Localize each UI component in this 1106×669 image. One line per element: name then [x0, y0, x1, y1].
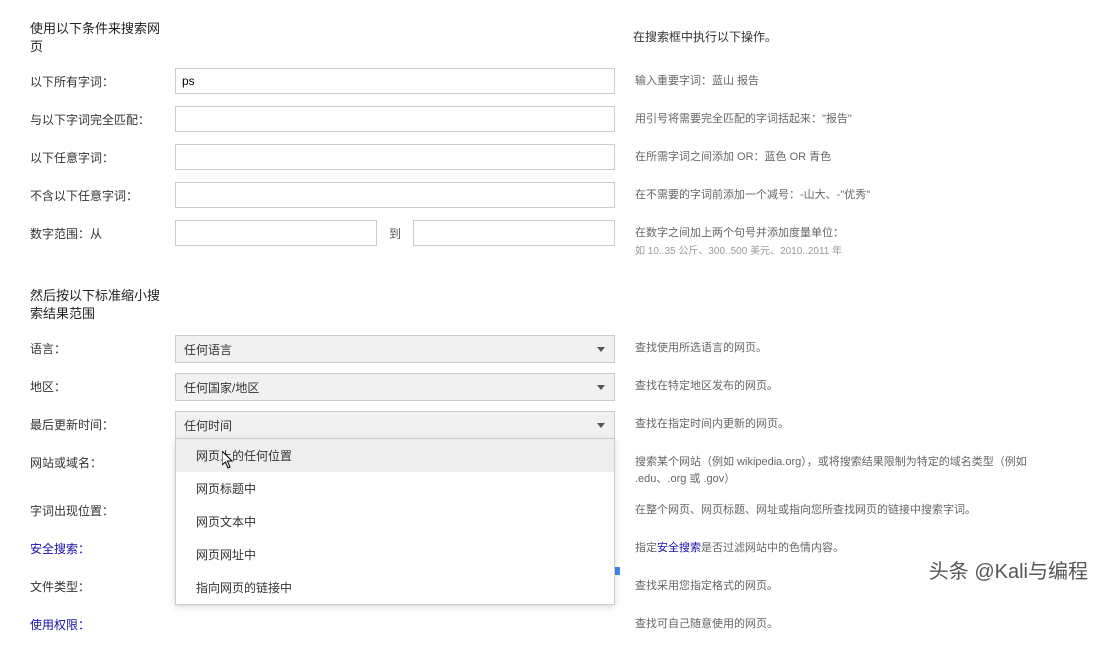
input-all-words[interactable]: [175, 68, 615, 94]
row-number-range: 数字范围：从 到 在数字之间加上两个句号并添加度量单位： 如 10..35 公斤…: [30, 220, 1076, 259]
label-site-domain: 网站或域名：: [30, 449, 175, 471]
section2-title: 然后按以下标准缩小搜索结果范围: [30, 287, 170, 323]
dropdown-option-2[interactable]: 网页文本中: [176, 505, 614, 538]
section1-title: 使用以下条件来搜索网页: [30, 20, 170, 56]
help-safe-search: 指定安全搜索是否过滤网站中的色情内容。: [615, 535, 1076, 557]
section1-right-title: 在搜索框中执行以下操作。: [633, 28, 777, 45]
label-terms-appearing: 字词出现位置：: [30, 497, 175, 519]
label-any-words: 以下任意字词：: [30, 144, 175, 166]
label-all-words: 以下所有字词：: [30, 68, 175, 90]
help-last-update: 查找在指定时间内更新的网页。: [615, 411, 1076, 433]
help-language: 查找使用所选语言的网页。: [615, 335, 1076, 357]
row-exact-phrase: 与以下字词完全匹配： 用引号将需要完全匹配的字词括起来："报告": [30, 106, 1076, 134]
label-last-update: 最后更新时间：: [30, 411, 175, 433]
dropdown-option-4[interactable]: 指向网页的链接中: [176, 571, 614, 604]
help-site-domain: 搜索某个网站（例如 wikipedia.org），或将搜索结果限制为特定的域名类…: [615, 449, 1076, 487]
row-all-words: 以下所有字词： 输入重要字词：蓝山 报告: [30, 68, 1076, 96]
label-number-range: 数字范围：从: [30, 220, 175, 242]
row-region: 地区： 任何国家/地区 查找在特定地区发布的网页。: [30, 373, 1076, 401]
help-none-words: 在不需要的字词前添加一个减号：-山大、-"优秀": [615, 182, 1076, 204]
label-region: 地区：: [30, 373, 175, 395]
select-region[interactable]: 任何国家/地区: [175, 373, 615, 401]
row-language: 语言： 任何语言 查找使用所选语言的网页。: [30, 335, 1076, 363]
row-last-update: 最后更新时间： 任何时间 查找在指定时间内更新的网页。: [30, 411, 1076, 439]
input-exact-phrase[interactable]: [175, 106, 615, 132]
input-range-from[interactable]: [175, 220, 377, 246]
help-region: 查找在特定地区发布的网页。: [615, 373, 1076, 395]
dropdown-option-1[interactable]: 网页标题中: [176, 472, 614, 505]
row-usage-rights: 使用权限： 查找可自己随意使用的网页。: [30, 611, 1076, 639]
input-none-words[interactable]: [175, 182, 615, 208]
help-usage-rights: 查找可自己随意使用的网页。: [615, 611, 1076, 633]
input-any-words[interactable]: [175, 144, 615, 170]
help-any-words: 在所需字词之间添加 OR：蓝色 OR 青色: [615, 144, 1076, 166]
label-file-type: 文件类型：: [30, 573, 175, 595]
label-safe-search[interactable]: 安全搜索：: [30, 535, 175, 557]
select-last-update[interactable]: 任何时间: [175, 411, 615, 439]
label-usage-rights[interactable]: 使用权限：: [30, 611, 175, 633]
range-separator: 到: [385, 225, 405, 242]
help-all-words: 输入重要字词：蓝山 报告: [615, 68, 1076, 90]
label-language: 语言：: [30, 335, 175, 357]
input-range-to[interactable]: [413, 220, 615, 246]
row-none-words: 不含以下任意字词： 在不需要的字词前添加一个减号：-山大、-"优秀": [30, 182, 1076, 210]
terms-appearing-dropdown[interactable]: 网页上的任何位置 网页标题中 网页文本中 网页网址中 指向网页的链接中: [175, 438, 615, 605]
label-none-words: 不含以下任意字词：: [30, 182, 175, 204]
label-exact-phrase: 与以下字词完全匹配：: [30, 106, 175, 128]
help-terms-appearing: 在整个网页、网页标题、网址或指向您所查找网页的链接中搜索字词。: [615, 497, 1076, 519]
row-any-words: 以下任意字词： 在所需字词之间添加 OR：蓝色 OR 青色: [30, 144, 1076, 172]
dropdown-option-0[interactable]: 网页上的任何位置: [176, 439, 614, 472]
watermark-text: 头条 @Kali与编程: [929, 555, 1088, 584]
help-number-range: 在数字之间加上两个句号并添加度量单位： 如 10..35 公斤、300..500…: [615, 220, 1076, 259]
help-exact-phrase: 用引号将需要完全匹配的字词括起来："报告": [615, 106, 1076, 128]
select-language[interactable]: 任何语言: [175, 335, 615, 363]
dropdown-option-3[interactable]: 网页网址中: [176, 538, 614, 571]
safe-search-link[interactable]: 安全搜索: [657, 542, 701, 554]
